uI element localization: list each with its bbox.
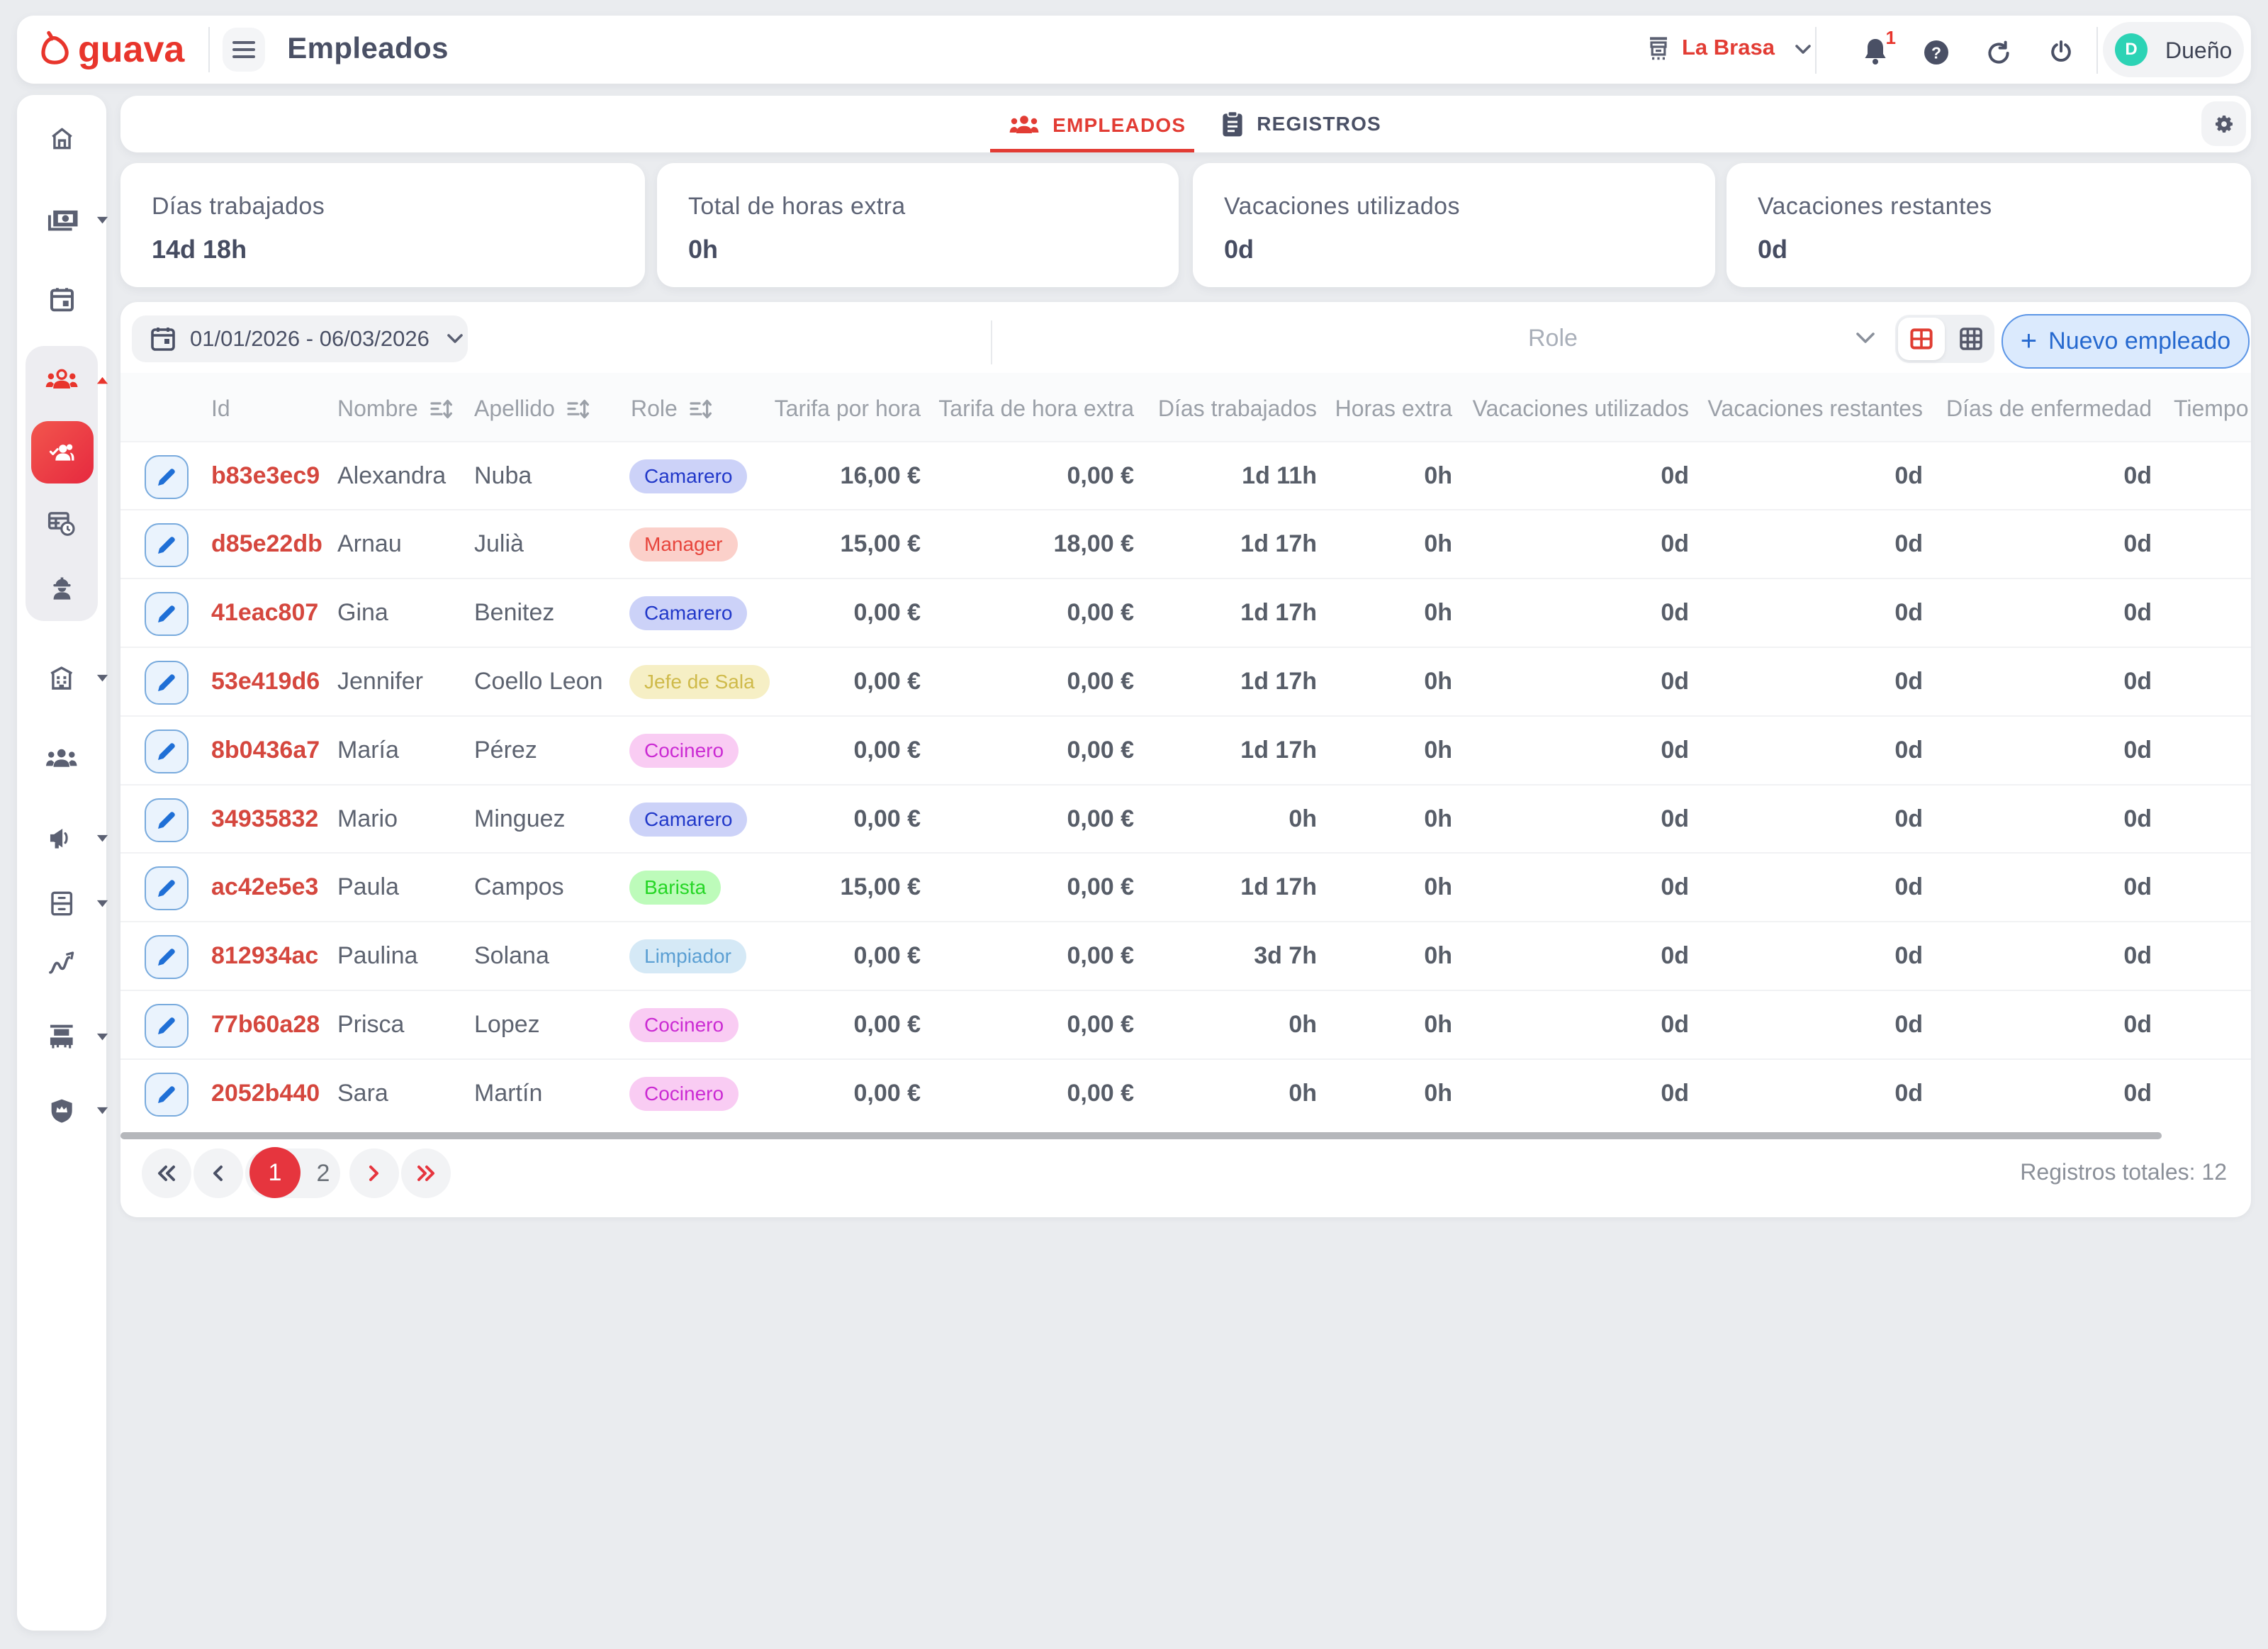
svg-text:?: ?: [1931, 43, 1941, 62]
